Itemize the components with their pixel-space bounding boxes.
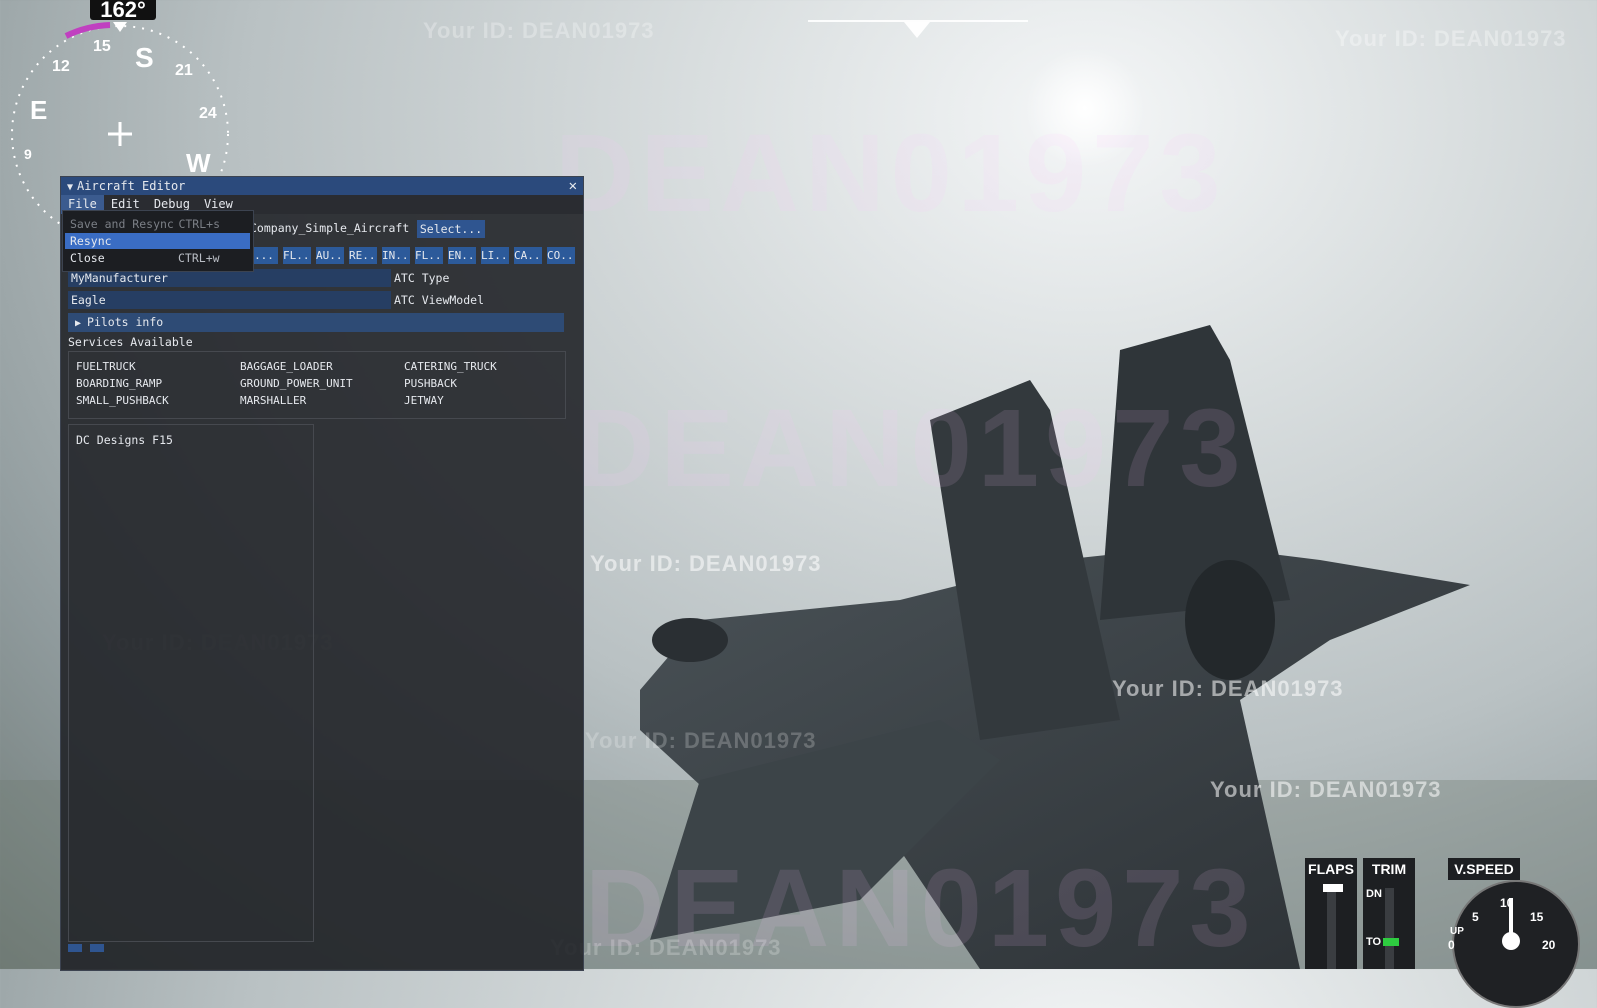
vspeed-header: V.SPEED (1448, 858, 1520, 880)
tab[interactable]: FL... (415, 247, 443, 264)
window-titlebar[interactable]: ▼ Aircraft Editor ✕ (61, 177, 583, 195)
tab[interactable]: FL... (283, 247, 311, 264)
compass-label: 21 (175, 62, 193, 79)
compass-label: 24 (199, 105, 217, 122)
service-item[interactable]: JETWAY (404, 394, 444, 407)
service-item[interactable]: SMALL_PUSHBACK (76, 394, 169, 407)
tab[interactable]: IN... (382, 247, 410, 264)
expand-arrow-icon: ▶ (75, 318, 82, 329)
menu-item-resync[interactable]: Resync (65, 233, 250, 249)
watermark-large: DEAN01973 (575, 387, 1247, 510)
trim-tape (1385, 888, 1394, 969)
compass-label: 12 (52, 58, 70, 75)
aircraft-path: Company_Simple_Aircraft (250, 221, 410, 235)
service-item[interactable]: GROUND_POWER_UNIT (240, 377, 353, 390)
tab[interactable]: EN... (448, 247, 476, 264)
service-item[interactable]: FUELTRUCK (76, 360, 136, 373)
section-tabs: ... FL... AU... RE... IN... FL... EN... … (250, 247, 575, 264)
list-item[interactable]: DC Designs F15 (76, 433, 173, 447)
bottom-button[interactable] (68, 944, 82, 952)
pilots-info-header[interactable]: ▶ Pilots info (68, 313, 564, 332)
heading-caret-icon (904, 22, 930, 38)
aircraft-list[interactable]: DC Designs F15 (68, 424, 314, 942)
menu-item-label: Close (70, 251, 105, 265)
menu-item-shortcut: CTRL+w (178, 251, 220, 265)
tab[interactable]: RE... (349, 247, 377, 264)
flaps-tape (1327, 888, 1336, 969)
watermark: Your ID: DEAN01973 (1112, 676, 1344, 701)
service-item[interactable]: PUSHBACK (404, 377, 457, 390)
compass-label: 9 (24, 146, 32, 162)
tab[interactable]: ... (250, 247, 278, 264)
menu-item-label: Save and Resync (70, 217, 174, 231)
watermark: Your ID: DEAN01973 (585, 728, 817, 753)
vs-needle-icon (1509, 898, 1513, 938)
trim-indicator: TRIM DN TO (1363, 858, 1415, 969)
heading-readout: 162° (90, 0, 156, 21)
tab[interactable]: CA... (514, 247, 542, 264)
vs-label: 15 (1530, 910, 1544, 924)
editor-content: Company_Simple_Aircraft Select... ... FL… (61, 214, 583, 970)
compass-label: W (186, 148, 211, 178)
file-menu-dropdown: Save and Resync CTRL+s Resync Close CTRL… (62, 210, 254, 272)
compass-label: E (30, 95, 48, 125)
window-title: Aircraft Editor (77, 179, 186, 193)
vs-label: 20 (1542, 938, 1556, 952)
select-button[interactable]: Select... (417, 220, 485, 238)
menu-item-save-and-resync[interactable]: Save and Resync CTRL+s (65, 216, 250, 232)
compass-label: 15 (93, 38, 111, 55)
vspeed-title: V.SPEED (1454, 861, 1514, 877)
services-label: Services Available (68, 335, 193, 349)
atc-viewmodel-field[interactable]: Eagle (68, 291, 391, 309)
service-item[interactable]: BAGGAGE_LOADER (240, 360, 333, 373)
tab[interactable]: CO... (547, 247, 575, 264)
vs-label: UP (1450, 926, 1464, 937)
atc-viewmodel-label: ATC ViewModel (394, 293, 485, 307)
trim-dn-label: DN (1366, 888, 1382, 900)
atc-type-label: ATC Type (394, 271, 450, 285)
close-icon[interactable]: ✕ (569, 177, 577, 195)
vertical-speed-dial: 5 10 15 UP 0 20 (1448, 880, 1580, 1008)
services-table: FUELTRUCK BAGGAGE_LOADER CATERING_TRUCK … (68, 351, 566, 419)
menu-item-close[interactable]: Close CTRL+w (65, 250, 250, 266)
watermark: Your ID: DEAN01973 (423, 18, 655, 43)
trim-marker-icon (1383, 938, 1399, 946)
flaps-marker-icon (1323, 884, 1343, 892)
watermark: Your ID: DEAN01973 (1210, 777, 1442, 802)
menu-item-shortcut: CTRL+s (178, 217, 220, 231)
aircraft-editor-window[interactable]: ▼ Aircraft Editor ✕ File Edit Debug View Com… (60, 176, 584, 971)
tab[interactable]: LI... (481, 247, 509, 264)
watermark: Your ID: DEAN01973 (590, 551, 822, 576)
bottom-buttons (68, 944, 104, 952)
vs-label: 5 (1472, 910, 1479, 924)
watermark: Your ID: DEAN01973 (1335, 26, 1567, 51)
service-item[interactable]: MARSHALLER (240, 394, 306, 407)
trim-title: TRIM (1371, 861, 1407, 877)
service-item[interactable]: BOARDING_RAMP (76, 377, 162, 390)
watermark-large: DEAN01973 (585, 847, 1257, 970)
compass-label: S (135, 42, 154, 73)
vs-label: 0 (1448, 938, 1455, 952)
pilots-info-label: Pilots info (87, 315, 164, 329)
flaps-indicator: FLAPS (1305, 858, 1357, 969)
menu-item-label: Resync (70, 234, 112, 248)
trim-to-label: TO (1366, 936, 1382, 948)
bottom-button[interactable] (90, 944, 104, 952)
service-item[interactable]: CATERING_TRUCK (404, 360, 497, 373)
tab[interactable]: AU... (316, 247, 344, 264)
flaps-title: FLAPS (1308, 861, 1354, 877)
watermark-large: DEAN01973 (555, 112, 1227, 235)
